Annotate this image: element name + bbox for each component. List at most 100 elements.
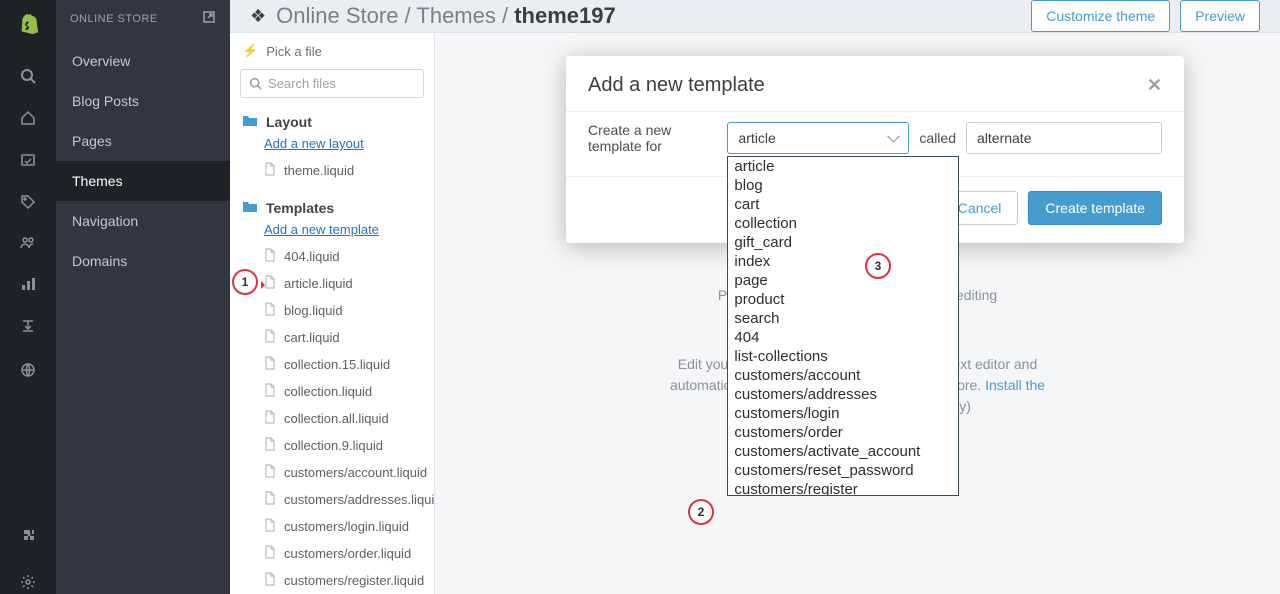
sidebar: ONLINE STORE OverviewBlog PostsPagesThem… [56, 0, 230, 594]
file-icon [264, 329, 276, 346]
add-new-layout-link[interactable]: Add a new layout [230, 134, 434, 157]
file-item[interactable]: customers/account.liquid [230, 459, 434, 486]
file-item[interactable]: collection.all.liquid [230, 405, 434, 432]
template-type-dropdown[interactable]: articleblogcartcollectiongift_cardindexp… [727, 156, 959, 496]
file-item[interactable]: customers/addresses.liquid [230, 486, 434, 513]
add-template-modal: Add a new template ✕ Create a new templa… [566, 56, 1184, 243]
file-item[interactable]: customers/order.liquid [230, 540, 434, 567]
sidebar-item-pages[interactable]: Pages [56, 121, 230, 161]
preview-button[interactable]: Preview [1180, 0, 1260, 32]
inbox-icon[interactable] [18, 152, 38, 168]
dropdown-option[interactable]: customers/account [728, 366, 958, 385]
sidebar-item-domains[interactable]: Domains [56, 241, 230, 281]
file-item[interactable]: blog.liquid [230, 297, 434, 324]
search-placeholder: Search files [268, 76, 336, 91]
callout-3: 3 [865, 253, 891, 279]
customize-theme-button[interactable]: Customize theme [1031, 0, 1170, 32]
file-item[interactable]: collection.15.liquid [230, 351, 434, 378]
file-icon [264, 518, 276, 535]
tag-icon[interactable] [18, 194, 38, 210]
dropdown-option[interactable]: article [728, 157, 958, 176]
pick-file-bar[interactable]: ⚡ Pick a file [230, 33, 434, 69]
puzzle-icon[interactable] [18, 526, 38, 546]
templates-section-header[interactable]: Templates [230, 192, 434, 220]
breadcrumb-c: theme197 [514, 3, 616, 28]
sidebar-title: ONLINE STORE [70, 13, 158, 25]
called-label: called [919, 130, 956, 146]
file-icon [264, 162, 276, 179]
create-template-button[interactable]: Create template [1028, 191, 1162, 225]
select-value[interactable]: article [727, 122, 909, 154]
file-item[interactable]: collection.9.liquid [230, 432, 434, 459]
file-icon [264, 437, 276, 454]
home-icon[interactable] [18, 110, 38, 126]
file-item[interactable]: customers/register.liquid [230, 567, 434, 594]
dropdown-option[interactable]: search [728, 309, 958, 328]
shopify-logo [17, 12, 39, 42]
dropdown-option[interactable]: blog [728, 176, 958, 195]
dropdown-option[interactable]: 404 [728, 328, 958, 347]
file-icon [264, 410, 276, 427]
people-icon[interactable] [18, 236, 38, 250]
breadcrumb-a[interactable]: Online Store [276, 3, 398, 28]
dropdown-option[interactable]: customers/register [728, 480, 958, 496]
globe-icon[interactable] [18, 360, 38, 380]
file-icon [264, 545, 276, 562]
file-item[interactable]: theme.liquid [230, 157, 434, 184]
lightning-icon: ⚡ [242, 43, 258, 59]
export-icon[interactable] [18, 318, 38, 334]
file-icon [264, 383, 276, 400]
dropdown-option[interactable]: customers/login [728, 404, 958, 423]
breadcrumb: Online Store / Themes / theme197 [276, 3, 616, 29]
main: ❖ Online Store / Themes / theme197 Custo… [230, 0, 1280, 594]
file-item[interactable]: collection.liquid [230, 378, 434, 405]
dropdown-option[interactable]: customers/order [728, 423, 958, 442]
back-icon[interactable]: ❖ [250, 6, 266, 27]
file-item[interactable]: cart.liquid [230, 324, 434, 351]
popout-icon[interactable] [202, 10, 216, 27]
chart-icon[interactable] [18, 276, 38, 292]
file-item[interactable]: customers/login.liquid [230, 513, 434, 540]
topbar: ❖ Online Store / Themes / theme197 Custo… [230, 0, 1280, 33]
file-icon [264, 491, 276, 508]
layout-section-header[interactable]: Layout [230, 106, 434, 134]
search-input[interactable]: Search files [240, 69, 424, 98]
dropdown-option[interactable]: customers/reset_password [728, 461, 958, 480]
dropdown-option[interactable]: collection [728, 214, 958, 233]
file-icon [264, 572, 276, 589]
template-type-select[interactable]: article articleblogcartcollectiongift_ca… [727, 122, 909, 154]
dropdown-option[interactable]: page [728, 271, 958, 290]
file-icon [264, 464, 276, 481]
breadcrumb-b[interactable]: Themes [416, 3, 495, 28]
add-new-template-link[interactable]: Add a new template [230, 220, 434, 243]
sidebar-item-blog-posts[interactable]: Blog Posts [56, 81, 230, 121]
sidebar-item-overview[interactable]: Overview [56, 41, 230, 81]
search-icon[interactable] [18, 68, 38, 84]
pick-file-label: Pick a file [266, 44, 322, 59]
callout-2: 2 [688, 499, 714, 525]
templates-title: Templates [266, 200, 334, 216]
dropdown-option[interactable]: product [728, 290, 958, 309]
template-name-input[interactable] [966, 122, 1162, 154]
dropdown-option[interactable]: customers/addresses [728, 385, 958, 404]
dropdown-option[interactable]: gift_card [728, 233, 958, 252]
gear-icon[interactable] [18, 572, 38, 592]
sidebar-item-themes[interactable]: Themes [56, 161, 230, 201]
sidebar-item-navigation[interactable]: Navigation [56, 201, 230, 241]
dropdown-option[interactable]: list-collections [728, 347, 958, 366]
modal-title: Add a new template [588, 74, 765, 97]
iconbar [0, 0, 56, 594]
dropdown-option[interactable]: cart [728, 195, 958, 214]
file-icon [264, 248, 276, 265]
layout-title: Layout [266, 114, 312, 130]
file-icon [264, 356, 276, 373]
callout-1: 1 [232, 269, 258, 295]
dropdown-option[interactable]: customers/activate_account [728, 442, 958, 461]
file-item[interactable]: 404.liquid [230, 243, 434, 270]
close-icon[interactable]: ✕ [1147, 75, 1162, 96]
file-icon [264, 302, 276, 319]
file-column: ⚡ Pick a file Search files Layout Add a … [230, 33, 435, 594]
folder-icon [242, 114, 258, 130]
folder-icon [242, 200, 258, 216]
dropdown-option[interactable]: index [728, 252, 958, 271]
